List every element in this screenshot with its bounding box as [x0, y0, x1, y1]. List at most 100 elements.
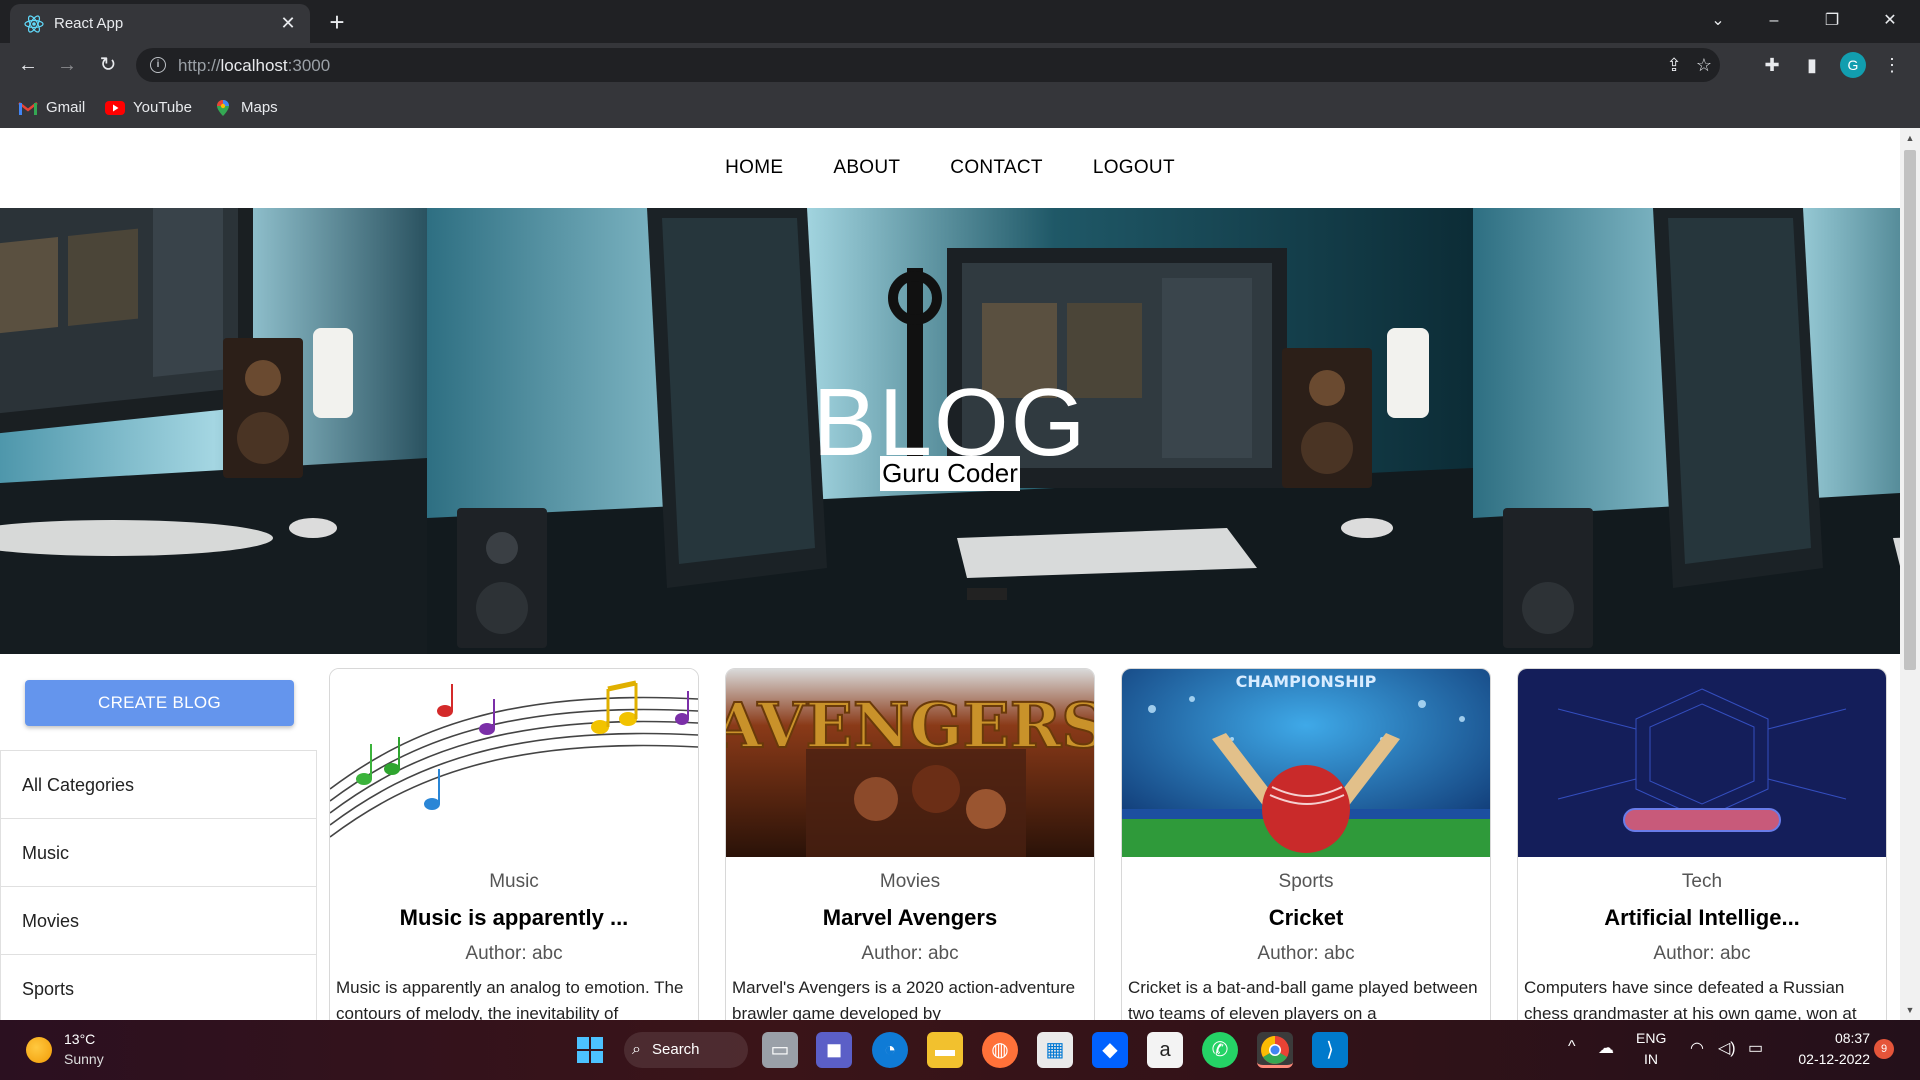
page-scrollbar[interactable]: ▲ ▼ — [1900, 128, 1920, 1020]
tab-search-icon[interactable]: ⌄ — [1696, 6, 1740, 36]
chrome-icon[interactable] — [1257, 1032, 1293, 1068]
avengers-logo-text: AVENGERS — [726, 689, 1094, 762]
weather-condition[interactable]: Sunny — [64, 1051, 104, 1067]
bookmark-gmail[interactable]: Gmail — [18, 97, 85, 119]
maps-icon — [217, 100, 229, 117]
cricket-championship-image: CHAMPIONSHIP — [1122, 669, 1490, 857]
tab-title: React App — [54, 15, 124, 32]
bookmark-youtube[interactable]: YouTube — [105, 97, 192, 119]
site-info-icon[interactable]: i — [150, 57, 166, 73]
file-explorer-icon[interactable]: ▬ — [927, 1032, 963, 1068]
wifi-icon[interactable]: ◠ — [1690, 1038, 1704, 1058]
post-card-movies[interactable]: AVENGERS Movies Marvel Avengers Author: … — [725, 668, 1095, 1020]
avengers-poster-image: AVENGERS — [726, 669, 1094, 857]
taskbar-search-label: Search — [652, 1041, 700, 1058]
post-category: Movies — [879, 871, 941, 892]
post-author: Author: abc — [1653, 943, 1751, 964]
back-icon[interactable]: ← — [14, 51, 42, 79]
lang-bottom[interactable]: IN — [1644, 1051, 1658, 1067]
new-tab-icon[interactable]: + — [322, 8, 352, 38]
forward-icon[interactable]: → — [53, 51, 81, 79]
post-author: Author: abc — [465, 943, 563, 964]
battery-icon[interactable]: ▭ — [1748, 1038, 1763, 1058]
page-viewport: HOME ABOUT CONTACT LOGOUT BLOG Guru Code… — [0, 128, 1920, 1020]
post-description: Cricket is a bat-and-ball game played be… — [1128, 978, 1478, 1020]
scroll-up-icon[interactable]: ▲ — [1900, 130, 1920, 146]
react-icon — [24, 15, 44, 33]
address-bar[interactable]: i http://localhost:3000 ⇪ ☆ — [136, 48, 1720, 82]
post-title[interactable]: Marvel Avengers — [726, 905, 1094, 931]
hero-subtitle: Guru Coder — [880, 456, 1020, 491]
volume-icon[interactable]: ◁) — [1718, 1038, 1736, 1058]
post-description: Computers have since defeated a Russian … — [1524, 978, 1857, 1020]
clock-date[interactable]: 02-12-2022 — [1788, 1051, 1870, 1067]
clock-time[interactable]: 08:37 — [1830, 1030, 1870, 1046]
post-author: Author: abc — [861, 943, 959, 964]
post-title[interactable]: Artificial Intellige... — [1518, 905, 1886, 931]
vscode-icon[interactable]: ⟩ — [1312, 1032, 1348, 1068]
create-blog-button[interactable]: CREATE BLOG — [25, 680, 294, 726]
nav-logout[interactable]: LOGOUT — [1093, 157, 1175, 179]
sun-icon[interactable] — [26, 1037, 52, 1063]
bookmark-star-icon[interactable]: ☆ — [1692, 53, 1716, 77]
dropbox-icon[interactable]: ◆ — [1092, 1032, 1128, 1068]
ms-store-icon[interactable]: ▦ — [1037, 1032, 1073, 1068]
tab-close-icon[interactable]: ✕ — [276, 11, 300, 35]
nav-about[interactable]: ABOUT — [833, 157, 900, 179]
post-title[interactable]: Music is apparently ... — [330, 905, 698, 931]
bookmarks-bar: Gmail YouTube Maps — [0, 87, 1920, 128]
teams-chat-icon[interactable]: ◼ — [816, 1032, 852, 1068]
task-view-icon[interactable]: ▭ — [762, 1032, 798, 1068]
browser-tabstrip: React App ✕ + ⌄ – ❐ ✕ — [0, 0, 1920, 43]
onedrive-icon[interactable]: ☁ — [1598, 1038, 1614, 1058]
music-notes-image — [330, 669, 698, 857]
minimize-icon[interactable]: – — [1752, 6, 1796, 36]
post-description: Marvel's Avengers is a 2020 action-adven… — [732, 978, 1076, 1020]
taskbar-search[interactable]: ⌕ Search — [624, 1032, 748, 1068]
category-sports[interactable]: Sports — [1, 955, 316, 1020]
scroll-thumb[interactable] — [1904, 150, 1916, 670]
browser-tab[interactable]: React App ✕ — [10, 4, 310, 43]
category-all[interactable]: All Categories — [1, 751, 316, 819]
championship-text: CHAMPIONSHIP — [1236, 672, 1377, 691]
extensions-icon[interactable]: ✚ — [1760, 53, 1784, 77]
category-movies[interactable]: Movies — [1, 887, 316, 955]
post-card-sports[interactable]: CHAMPIONSHIP Sports Cricket Author: abc … — [1121, 668, 1491, 1020]
weather-temperature[interactable]: 13°C — [64, 1031, 95, 1047]
post-title[interactable]: Cricket — [1122, 905, 1490, 931]
nav-home[interactable]: HOME — [725, 157, 783, 179]
os-taskbar: 13°C Sunny ⌕ Search ▭ ◼ ◔ ▬ ◍ ▦ ◆ a ✆ ⟩ … — [0, 1020, 1920, 1080]
post-description: Music is apparently an analog to emotion… — [336, 978, 684, 1020]
windows-start-icon[interactable] — [576, 1036, 604, 1064]
youtube-icon — [105, 101, 125, 116]
side-panel-icon[interactable]: ▮ — [1800, 53, 1824, 77]
menu-kebab-icon[interactable]: ⋮ — [1880, 53, 1904, 77]
post-category: Music — [489, 871, 539, 892]
amazon-icon[interactable]: a — [1147, 1032, 1183, 1068]
profile-avatar[interactable]: G — [1840, 52, 1866, 78]
close-window-icon[interactable]: ✕ — [1868, 6, 1912, 36]
post-card-music[interactable]: Music Music is apparently ... Author: ab… — [329, 668, 699, 1020]
reload-icon[interactable]: ↻ — [94, 51, 122, 79]
firefox-icon[interactable]: ◍ — [982, 1032, 1018, 1068]
post-category: Sports — [1278, 871, 1334, 892]
post-author: Author: abc — [1257, 943, 1355, 964]
post-card-tech[interactable]: Tech Artificial Intellige... Author: abc… — [1517, 668, 1887, 1020]
share-icon[interactable]: ⇪ — [1662, 53, 1686, 77]
whatsapp-icon[interactable]: ✆ — [1202, 1032, 1238, 1068]
chrome-logo-icon — [1261, 1036, 1289, 1064]
show-hidden-icons-icon[interactable]: ^ — [1568, 1038, 1576, 1056]
category-music[interactable]: Music — [1, 819, 316, 887]
ai-circuit-image — [1518, 669, 1886, 857]
post-category: Tech — [1681, 871, 1723, 892]
nav-contact[interactable]: CONTACT — [950, 157, 1043, 179]
restore-icon[interactable]: ❐ — [1810, 6, 1854, 36]
lang-top[interactable]: ENG — [1636, 1030, 1666, 1046]
bookmark-maps[interactable]: Maps — [213, 97, 278, 119]
notification-badge[interactable]: 9 — [1874, 1039, 1894, 1059]
categories-table: All Categories Music Movies Sports — [0, 750, 317, 1020]
scroll-down-icon[interactable]: ▼ — [1900, 1002, 1920, 1018]
url-text: http://localhost:3000 — [178, 56, 331, 75]
hero-banner: BLOG Guru Coder — [0, 208, 1900, 654]
edge-icon[interactable]: ◔ — [872, 1032, 908, 1068]
